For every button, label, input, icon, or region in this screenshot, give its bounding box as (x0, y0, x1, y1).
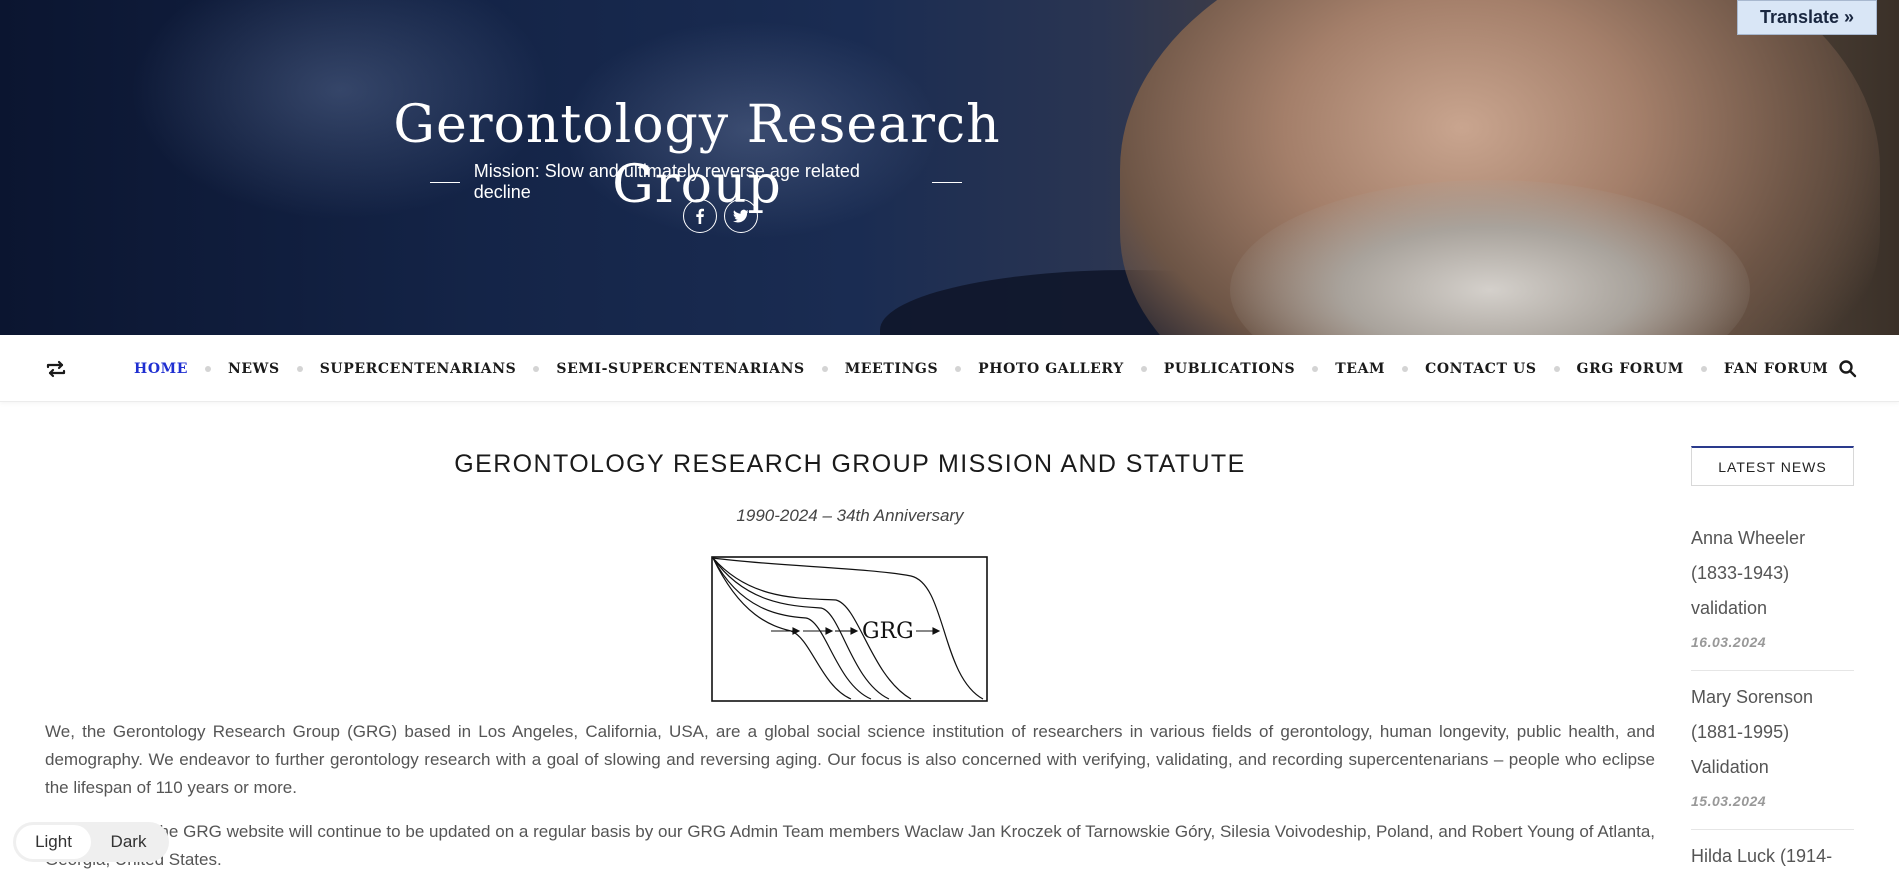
news-title-line[interactable]: Anna Wheeler (1691, 521, 1854, 556)
nav-item-contact-us[interactable]: CONTACT US (1425, 361, 1536, 377)
nav-item-news[interactable]: NEWS (228, 361, 280, 377)
nav-item-supercentenarians[interactable]: SUPERCENTENARIANS (320, 361, 517, 377)
intro-paragraph: We, the Gerontology Research Group (GRG)… (45, 722, 1655, 797)
page-title: GERONTOLOGY RESEARCH GROUP MISSION AND S… (454, 450, 1246, 478)
nav-separator (1312, 365, 1319, 372)
nav-item-fan-forum[interactable]: FAN FORUM (1724, 361, 1829, 377)
lists-paragraph: The LISTS on the GRG website will contin… (45, 822, 1655, 869)
nav-separator (296, 365, 303, 372)
news-item[interactable]: Mary Sorenson (1881-1995) Validation 15.… (1691, 680, 1854, 809)
news-title-line[interactable]: Validation (1691, 750, 1854, 785)
figure-label: GRG (862, 619, 914, 644)
mission-text: Mission: Slow and ultimately reverse age… (473, 161, 860, 202)
news-title-line[interactable]: Mary Sorenson (1691, 680, 1854, 715)
news-divider (1691, 829, 1854, 830)
nav-separator (1140, 365, 1147, 372)
nav-item-publications[interactable]: PUBLICATIONS (1164, 361, 1295, 377)
nav-separator (1700, 365, 1707, 372)
news-title-line[interactable]: Hilda Luck (1914- (1691, 839, 1854, 874)
news-title-line[interactable]: validation (1691, 591, 1854, 626)
twitter-icon[interactable] (724, 199, 758, 233)
nav-item-team[interactable]: TEAM (1335, 361, 1385, 377)
news-divider (1691, 670, 1854, 671)
shuffle-icon[interactable] (44, 357, 68, 381)
light-theme-button[interactable]: Light (16, 825, 91, 859)
facebook-icon[interactable] (683, 199, 717, 233)
nav-item-meetings[interactable]: MEETINGS (845, 361, 938, 377)
news-item[interactable]: Hilda Luck (1914- (1691, 839, 1854, 874)
latest-news-title: LATEST NEWS (1691, 446, 1854, 486)
news-date: 15.03.2024 (1691, 793, 1767, 809)
news-date: 16.03.2024 (1691, 634, 1767, 650)
nav-item-photo-gallery[interactable]: PHOTO GALLERY (978, 361, 1124, 377)
theme-toggle: Light Dark (13, 822, 169, 862)
nav-item-semi-supercentenarians[interactable]: SEMI-SUPERCENTENARIANS (556, 361, 804, 377)
nav-item-home[interactable]: HOME (134, 361, 188, 377)
nav-separator (821, 365, 828, 372)
page-subtitle: 1990-2024 – 34th Anniversary (736, 506, 964, 525)
news-title-line[interactable]: (1881-1995) (1691, 715, 1854, 750)
translate-button[interactable]: Translate » (1737, 0, 1877, 35)
social-links (683, 199, 758, 233)
main-navigation: HOME NEWS SUPERCENTENARIANS SEMI-SUPERCENTE… (0, 335, 1899, 402)
nav-menu: HOME NEWS SUPERCENTENARIANS SEMI-SUPERCENTE… (134, 335, 1828, 402)
site-mission: Mission: Slow and ultimately reverse age… (430, 161, 962, 203)
nav-separator (205, 365, 211, 372)
nav-separator (1402, 365, 1409, 372)
nav-separator (955, 365, 962, 372)
nav-separator (533, 365, 540, 372)
mission-line-left (430, 181, 460, 183)
nav-item-grg-forum[interactable]: GRG FORUM (1577, 361, 1684, 377)
news-title-line[interactable]: (1833-1943) (1691, 556, 1854, 591)
news-item[interactable]: Anna Wheeler (1833-1943) validation 16.0… (1691, 521, 1854, 650)
search-icon[interactable] (1838, 359, 1858, 379)
hero-banner: Gerontology Research Group Mission: Slow… (0, 0, 1899, 335)
nav-separator (1553, 365, 1560, 372)
mission-line-right (932, 181, 962, 183)
dark-theme-button[interactable]: Dark (91, 825, 166, 859)
survival-curve-figure: GRG (711, 556, 988, 702)
